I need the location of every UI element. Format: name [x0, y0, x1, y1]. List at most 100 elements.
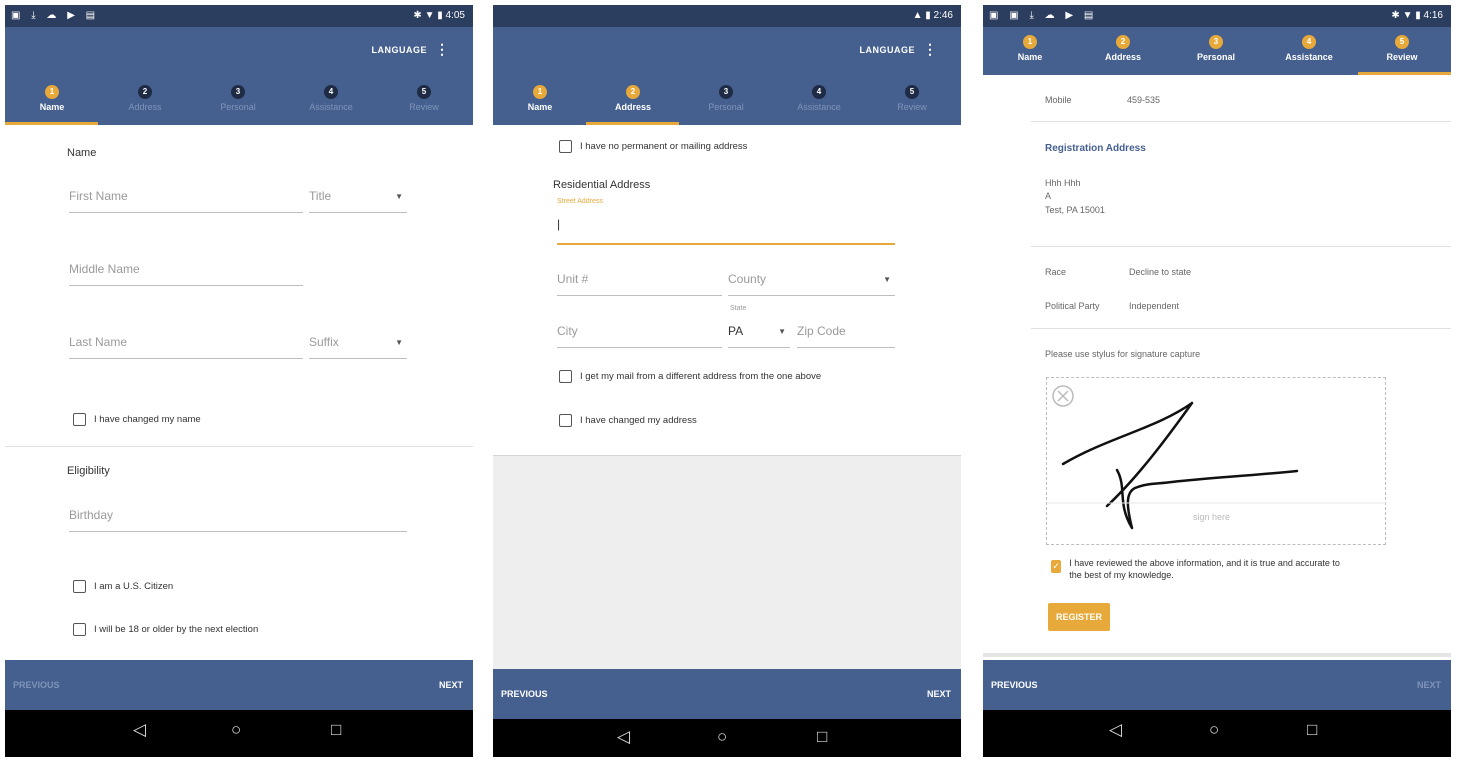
system-nav-bar: ◁ ○ □: [983, 710, 1451, 757]
more-menu-icon[interactable]: ⋮: [435, 41, 449, 58]
next-button[interactable]: NEXT: [1417, 680, 1441, 690]
no-address-checkbox[interactable]: [559, 140, 572, 153]
tab-personal[interactable]: 3 Personal: [193, 85, 283, 112]
tab-address[interactable]: 2 Address: [1078, 35, 1168, 62]
app-bar: LANGUAGE ⋮ 1 Name 2 Address 3 Personal 4…: [5, 27, 473, 125]
birthday-placeholder: Birthday: [69, 508, 114, 522]
tab-name[interactable]: 1 Name: [7, 85, 97, 112]
unit-field[interactable]: Unit #: [557, 272, 722, 296]
address-line-3: Test, PA 15001: [1045, 205, 1105, 215]
birthday-field[interactable]: Birthday: [69, 508, 407, 532]
tab-review[interactable]: 5 Review: [379, 85, 469, 112]
sign-here-hint: sign here: [1193, 512, 1231, 522]
middle-name-field[interactable]: Middle Name: [69, 262, 303, 286]
age-checkbox[interactable]: [73, 623, 86, 636]
tab-personal[interactable]: 3 Personal: [1171, 35, 1261, 62]
step-5-badge: 5: [1395, 35, 1409, 49]
no-address-checkbox-row[interactable]: I have no permanent or mailing address: [559, 140, 747, 153]
party-value: Independent: [1129, 301, 1180, 311]
language-button[interactable]: LANGUAGE: [372, 45, 428, 55]
step-4-label: Assistance: [309, 102, 353, 112]
step-4-badge: 4: [1302, 35, 1316, 49]
title-select[interactable]: Title ▼: [309, 189, 407, 213]
suffix-select[interactable]: Suffix ▼: [309, 335, 407, 359]
step-2-label: Address: [128, 102, 162, 112]
system-nav-bar: ◁ ○ □: [5, 710, 473, 757]
confirm-label: I have reviewed the above information, a…: [1069, 558, 1340, 580]
citizen-label: I am a U.S. Citizen: [94, 581, 174, 592]
changed-address-checkbox[interactable]: [559, 414, 572, 427]
text-cursor: |: [557, 217, 561, 231]
tab-address[interactable]: 2 Address: [588, 85, 678, 112]
step-3-label: Personal: [708, 102, 744, 112]
state-value: PA: [728, 324, 744, 338]
tab-name[interactable]: 1 Name: [495, 85, 585, 112]
home-icon[interactable]: ○: [1209, 720, 1219, 740]
step-2-badge: 2: [1116, 35, 1130, 49]
different-mail-label: I get my mail from a different address f…: [580, 371, 822, 382]
tab-review[interactable]: 5 Review: [867, 85, 957, 112]
notification-icons: ▣ ▣ ⤓ ☁ ▶ ▤: [989, 10, 1098, 21]
register-button[interactable]: REGISTER: [1048, 603, 1111, 631]
state-select[interactable]: PA ▼: [728, 324, 790, 348]
tab-personal[interactable]: 3 Personal: [681, 85, 771, 112]
changed-address-checkbox-row[interactable]: I have changed my address: [559, 414, 697, 427]
recents-icon[interactable]: □: [1307, 720, 1317, 740]
step-1-badge: 1: [1023, 35, 1037, 49]
changed-name-checkbox-row[interactable]: I have changed my name: [73, 413, 201, 426]
citizen-checkbox-row[interactable]: I am a U.S. Citizen: [73, 580, 173, 593]
previous-button[interactable]: PREVIOUS: [991, 680, 1038, 690]
tab-address[interactable]: 2 Address: [100, 85, 190, 112]
next-button[interactable]: NEXT: [439, 680, 463, 690]
confirm-checkbox[interactable]: ✓: [1051, 560, 1062, 573]
tab-assistance[interactable]: 4 Assistance: [774, 85, 864, 112]
more-menu-icon[interactable]: ⋮: [923, 41, 937, 58]
different-mail-checkbox[interactable]: [559, 370, 572, 383]
age-checkbox-row[interactable]: I will be 18 or older by the next electi…: [73, 623, 258, 636]
previous-button[interactable]: PREVIOUS: [13, 680, 60, 690]
race-value: Decline to state: [1129, 267, 1192, 277]
changed-name-checkbox[interactable]: [73, 413, 86, 426]
screen-name-step: ▣ ⤓ ☁ ▶ ▤ ✱ ▼ ▮ 4:05 LANGUAGE ⋮ 1 Name 2…: [5, 5, 473, 757]
next-button[interactable]: NEXT: [927, 689, 951, 699]
county-select[interactable]: County ▼: [728, 272, 895, 296]
no-address-label: I have no permanent or mailing address: [580, 141, 748, 152]
name-heading: Name: [67, 147, 97, 159]
first-name-field[interactable]: First Name: [69, 189, 303, 213]
tab-assistance[interactable]: 4 Assistance: [1264, 35, 1354, 62]
tab-assistance[interactable]: 4 Assistance: [286, 85, 376, 112]
city-field[interactable]: City: [557, 324, 722, 348]
language-button[interactable]: LANGUAGE: [860, 45, 916, 55]
back-icon[interactable]: ◁: [133, 720, 146, 740]
street-address-label: Street Address: [557, 198, 603, 205]
status-bar: ▲ ▮ 2:46: [493, 5, 961, 27]
tab-name[interactable]: 1 Name: [985, 35, 1075, 62]
different-mail-checkbox-row[interactable]: I get my mail from a different address f…: [559, 370, 821, 383]
tab-review[interactable]: 5 Review: [1357, 35, 1447, 62]
clear-signature-x: [1057, 390, 1069, 402]
street-address-field[interactable]: |: [557, 217, 895, 245]
back-icon[interactable]: ◁: [1109, 720, 1122, 740]
step-5-label: Review: [409, 102, 439, 112]
signature-pad[interactable]: sign here: [1046, 377, 1387, 545]
recents-icon[interactable]: □: [817, 727, 827, 747]
confirm-checkbox-row[interactable]: ✓ I have reviewed the above information,…: [1051, 557, 1351, 581]
footer-bar: PREVIOUS NEXT: [983, 660, 1451, 710]
previous-button[interactable]: PREVIOUS: [501, 689, 548, 699]
clock: 2:46: [933, 10, 953, 21]
screen-address-step: ▲ ▮ 2:46 LANGUAGE ⋮ 1 Name 2 Address 3 P…: [493, 5, 961, 757]
recents-icon[interactable]: □: [331, 720, 341, 740]
step-1-badge: 1: [45, 85, 59, 99]
citizen-checkbox[interactable]: [73, 580, 86, 593]
home-icon[interactable]: ○: [231, 720, 241, 740]
suffix-placeholder: Suffix: [309, 335, 339, 349]
divider: [1031, 328, 1451, 329]
title-placeholder: Title: [309, 189, 332, 203]
signature-stroke: [1061, 401, 1299, 530]
notification-icons: ▣ ⤓ ☁ ▶ ▤: [11, 10, 100, 21]
back-icon[interactable]: ◁: [617, 727, 630, 747]
step-2-label: Address: [1104, 52, 1141, 62]
last-name-field[interactable]: Last Name: [69, 335, 303, 359]
zip-field[interactable]: Zip Code: [797, 324, 895, 348]
home-icon[interactable]: ○: [717, 727, 727, 747]
